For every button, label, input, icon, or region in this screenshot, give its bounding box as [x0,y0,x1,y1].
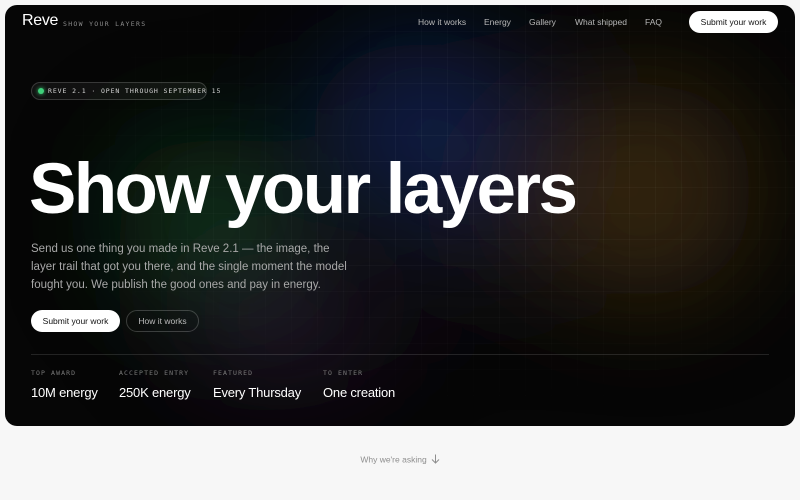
nav-link-what-shipped[interactable]: What shipped [575,17,627,27]
page-title: Show your layers [29,150,578,229]
stat-label: FEATURED [213,369,254,377]
stat-value: 250K energy [119,385,191,400]
stat-label: ACCEPTED ENTRY [119,369,190,377]
top-nav: Reve SHOW YOUR LAYERS How it works Energ… [5,5,795,41]
divider [31,354,769,355]
status-dot-icon [38,88,44,94]
nav-submit-button[interactable]: Submit your work [689,11,778,33]
why-asking-label: Why we're asking [360,454,427,465]
logo[interactable]: Reve [22,12,58,30]
nav-link-how-it-works[interactable]: How it works [418,17,466,27]
stat-top-award: TOP AWARD 10M energy [31,369,98,400]
stat-value: 10M energy [31,385,98,400]
stat-accepted-entry: ACCEPTED ENTRY 250K energy [119,369,191,400]
submit-work-button[interactable]: Submit your work [31,310,120,332]
badge-text: REVE 2.1 · OPEN THROUGH SEPTEMBER 15 [48,87,222,95]
arrow-down-icon [431,454,440,466]
nav-link-faq[interactable]: FAQ [645,17,662,27]
stat-label: TO ENTER [323,369,364,377]
stat-label: TOP AWARD [31,369,77,377]
hero-panel: Reve SHOW YOUR LAYERS How it works Energ… [5,5,795,426]
why-asking-link[interactable]: Why we're asking [0,454,800,466]
brand-tagline: SHOW YOUR LAYERS [63,20,147,28]
nav-link-gallery[interactable]: Gallery [529,17,556,27]
nav-link-energy[interactable]: Energy [484,17,511,27]
stat-value: One creation [323,385,396,400]
status-badge: REVE 2.1 · OPEN THROUGH SEPTEMBER 15 [31,82,220,100]
stat-value: Every Thursday [213,385,301,400]
stat-to-enter: TO ENTER One creation [323,369,395,400]
hero-description: Send us one thing you made in Reve 2.1 —… [31,243,347,291]
stat-featured: FEATURED Every Thursday [213,369,301,400]
how-it-works-button[interactable]: How it works [126,310,199,332]
